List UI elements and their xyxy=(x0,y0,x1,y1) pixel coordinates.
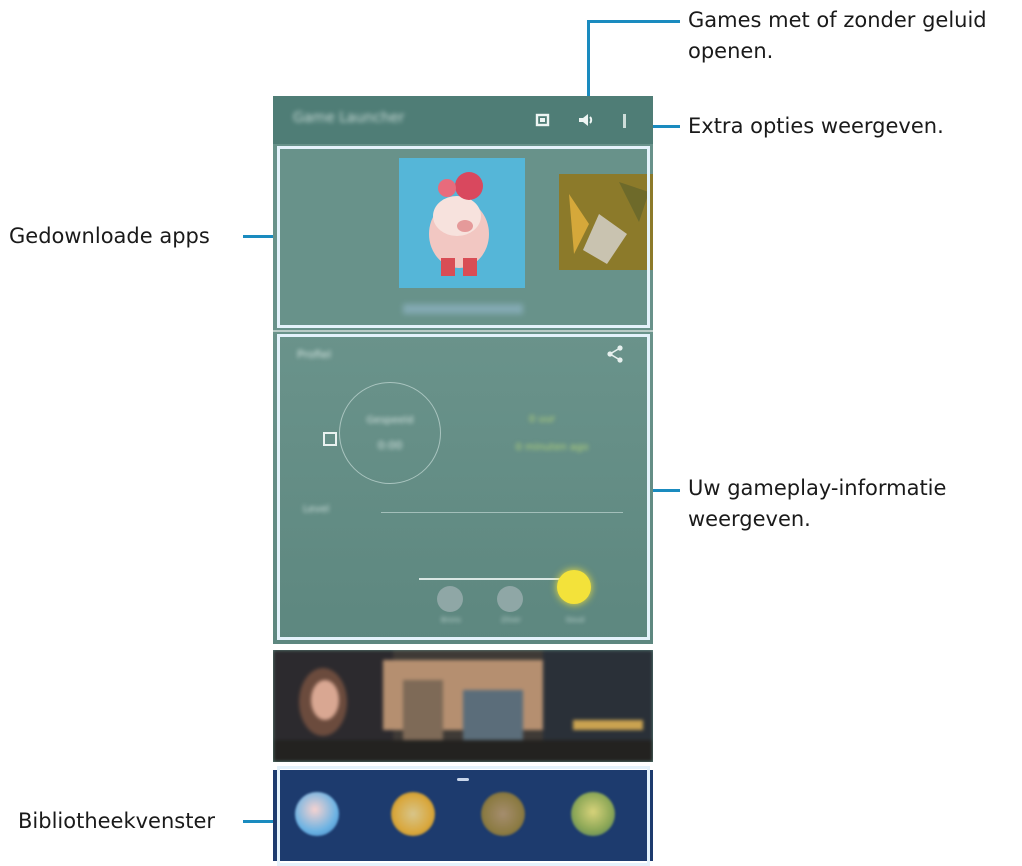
stats-title: Profiel xyxy=(297,348,332,361)
more-vert-icon[interactable] xyxy=(613,108,637,132)
app-bar: Game Launcher xyxy=(273,96,653,144)
annotation-sound: Games met of zonder geluid openen. xyxy=(688,5,987,67)
toggle-square-icon[interactable] xyxy=(531,108,555,132)
app-title: Game Launcher xyxy=(293,110,405,126)
level-badge-silver xyxy=(497,586,523,612)
annotation-gameplay-line1: Uw gameplay-informatie xyxy=(688,476,947,500)
callout-line-library xyxy=(243,820,277,823)
annotation-sound-line2: openen. xyxy=(688,39,774,63)
stats-right-top: 0 uur xyxy=(528,414,556,425)
game-thumb-1[interactable] xyxy=(399,158,525,288)
library-app-1[interactable] xyxy=(295,792,339,836)
phone-screen: Game Launcher Profiel Gespeeld 0:00 0 uu… xyxy=(273,96,653,861)
library-app-3[interactable] xyxy=(481,792,525,836)
banner-image xyxy=(273,650,653,762)
library-app-4[interactable] xyxy=(571,792,615,836)
annotation-sound-line1: Games met of zonder geluid xyxy=(688,8,987,32)
section-separator-3 xyxy=(273,762,653,770)
library-panel xyxy=(273,770,653,861)
speaker-icon[interactable] xyxy=(575,108,599,132)
annotation-gameplay-info: Uw gameplay-informatie weergeven. xyxy=(688,473,946,535)
playtime-circle: Gespeeld 0:00 xyxy=(339,382,441,484)
playtime-label: Gespeeld xyxy=(366,415,414,426)
level-badge-gold xyxy=(557,570,591,604)
gameplay-info-section: Profiel Gespeeld 0:00 0 uur 0 minuten ag… xyxy=(273,332,653,644)
game-thumb-2[interactable] xyxy=(559,174,653,270)
divider xyxy=(381,512,623,513)
playtime-value: 0:00 xyxy=(377,439,403,452)
annotation-gameplay-line2: weergeven. xyxy=(688,507,811,531)
library-handle[interactable] xyxy=(457,778,469,781)
stats-right-bottom: 0 minuten ago xyxy=(515,442,589,453)
annotation-downloaded-apps: Gedownloade apps xyxy=(9,224,210,248)
level-badge-label-2: Zilver xyxy=(500,616,521,624)
callout-line-downloaded xyxy=(243,235,277,238)
share-icon[interactable] xyxy=(603,342,627,366)
level-badge-label-3: Goud xyxy=(565,616,585,624)
promo-banner[interactable] xyxy=(273,650,653,762)
level-label: Level xyxy=(303,504,330,515)
annotation-library: Bibliotheekvenster xyxy=(18,809,216,833)
library-app-2[interactable] xyxy=(391,792,435,836)
level-badge-label-1: Brons xyxy=(441,616,461,624)
game-title-blur xyxy=(403,304,523,314)
level-progress-track xyxy=(419,578,575,580)
callout-line-sound-horizontal xyxy=(587,20,680,23)
annotation-more-options: Extra opties weergeven. xyxy=(688,114,944,138)
downloaded-apps-section xyxy=(273,144,653,330)
game-art-icon xyxy=(559,174,653,270)
pig-character-icon xyxy=(429,172,489,276)
level-badge-bronze xyxy=(437,586,463,612)
stats-small-icon xyxy=(323,432,337,446)
